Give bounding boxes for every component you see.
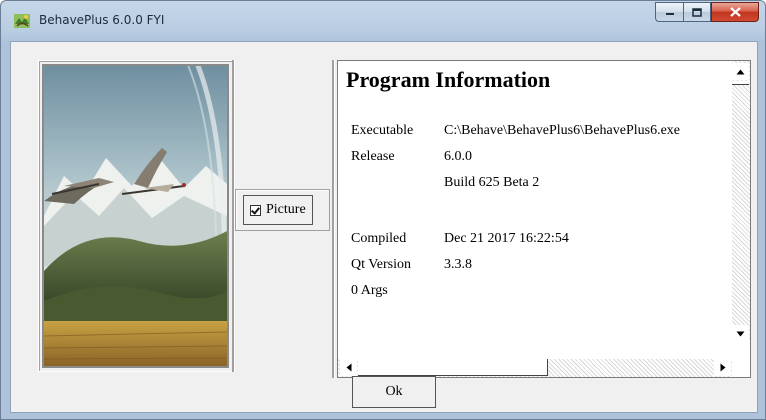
caption-buttons: [655, 2, 759, 24]
minimize-button[interactable]: [655, 2, 683, 22]
arrow-down-icon: [736, 331, 745, 336]
picture-toggle-group: Picture: [235, 189, 330, 231]
program-info-panel[interactable]: Program Information Executable C:\Behave…: [337, 60, 751, 378]
dialog-client: Picture Program Information Executable C…: [10, 41, 758, 413]
horizontal-scrollbar[interactable]: [338, 359, 733, 377]
picture-checkbox[interactable]: [250, 204, 261, 216]
info-label-qt-version: Qt Version: [351, 257, 412, 272]
info-value-build: Build 625 Beta 2: [444, 175, 540, 190]
scroll-left-button[interactable]: [340, 359, 357, 376]
info-value-compiled: Dec 21 2017 16:22:54: [444, 231, 569, 246]
scroll-down-button[interactable]: [732, 325, 749, 342]
program-info-heading: Program Information: [346, 67, 551, 92]
picture-toggle-label: Picture: [266, 202, 306, 217]
vertical-scroll-thumb[interactable]: [732, 81, 749, 85]
maximize-button[interactable]: [683, 2, 711, 22]
scroll-right-button[interactable]: [714, 359, 731, 376]
info-label-release: Release: [351, 149, 395, 164]
info-divider: [332, 60, 335, 378]
arrow-left-icon: [346, 363, 351, 372]
program-info-content: Program Information Executable C:\Behave…: [338, 61, 733, 356]
dialog-window: BehavePlus 6.0.0 FYI Picture Program Inf…: [0, 0, 766, 420]
picture-panel: [38, 60, 233, 372]
arrow-up-icon: [736, 69, 745, 74]
app-icon[interactable]: [13, 12, 31, 30]
picture-toggle[interactable]: Picture: [243, 195, 313, 225]
info-value-release: 6.0.0: [444, 149, 472, 164]
horizontal-scroll-thumb[interactable]: [358, 359, 548, 376]
info-value-executable: C:\Behave\BehavePlus6\BehavePlus6.exe: [444, 123, 681, 138]
info-value-qt-version: 3.3.8: [444, 257, 472, 272]
splash-picture: [42, 64, 229, 368]
info-label-executable: Executable: [351, 123, 414, 138]
info-label-compiled: Compiled: [351, 231, 407, 246]
scroll-up-button[interactable]: [732, 63, 749, 80]
arrow-right-icon: [720, 363, 725, 372]
info-label-args: 0 Args: [351, 283, 388, 298]
ok-button[interactable]: Ok: [352, 376, 436, 408]
scrollbar-corner: [732, 341, 750, 377]
close-icon: [729, 7, 741, 17]
minimize-icon: [665, 13, 674, 15]
window-title: BehavePlus 6.0.0 FYI: [39, 13, 165, 27]
title-bar[interactable]: BehavePlus 6.0.0 FYI: [1, 1, 765, 41]
close-button[interactable]: [711, 2, 759, 22]
maximize-icon: [692, 7, 702, 17]
vertical-scrollbar[interactable]: [732, 61, 750, 343]
